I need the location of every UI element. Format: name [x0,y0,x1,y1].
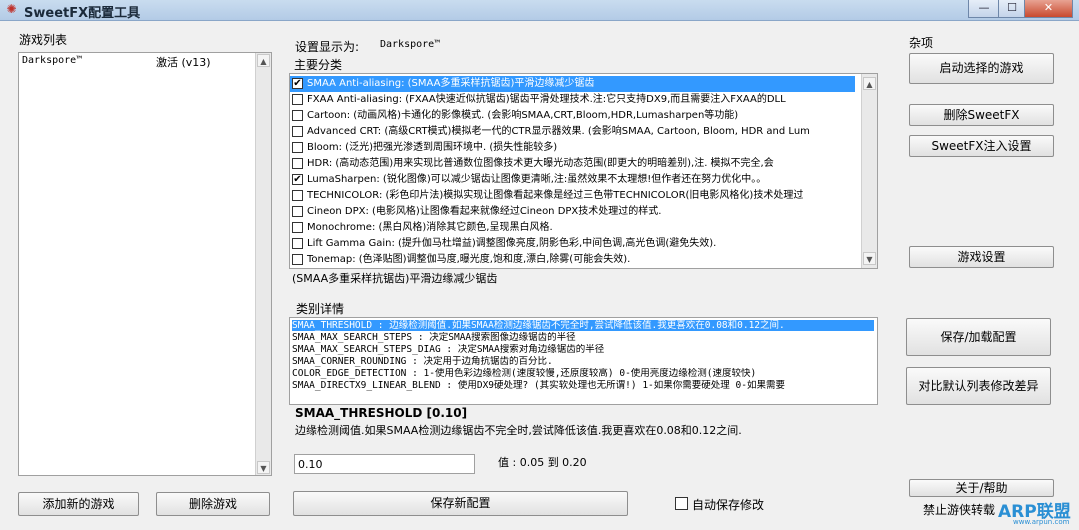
effect-item[interactable]: FXAA Anti-aliasing: (FXAA快速近似抗锯齿)锯齿平滑处理技… [290,92,855,108]
game-settings-button[interactable]: 游戏设置 [909,246,1054,268]
effects-list-scrollbar[interactable]: ▲ ▼ [861,74,877,268]
detail-item[interactable]: SMAA_MAX_SEARCH_STEPS : 决定SMAA搜索图像边缘锯齿的半… [292,332,874,343]
save-load-config-button[interactable]: 保存/加载配置 [906,318,1051,356]
display-as-label: 设置显示为: [295,40,360,54]
value-input[interactable] [294,454,475,474]
effect-label: HDR: (高动态范围)用来实现比普通数位图像技术更大曝光动态范围(即更大的明暗… [307,158,774,169]
effect-caption: (SMAA多重采样抗锯齿)平滑边缘减少锯齿 [292,272,498,285]
effect-checkbox[interactable] [292,238,303,249]
effect-label: Cartoon: (动画风格)卡通化的影像模式. (会影响SMAA,CRT,Bl… [307,110,739,121]
effect-item[interactable]: Advanced CRT: (高级CRT模式)模拟老一代的CTR显示器效果. (… [290,124,855,140]
save-config-button[interactable]: 保存新配置 [293,491,628,516]
effect-checkbox[interactable] [292,190,303,201]
window-title: SweetFX配置工具 [24,6,141,21]
autosave-label: 自动保存修改 [692,498,765,512]
effect-item[interactable]: ✔ LumaSharpen: (锐化图像)可以减少锯齿让图像更清晰,注:虽然效果不… [290,172,855,188]
effect-item[interactable]: HDR: (高动态范围)用来实现比普通数位图像技术更大曝光动态范围(即更大的明暗… [290,156,855,172]
effect-item[interactable]: ✔ SMAA Anti-aliasing: (SMAA多重采样抗锯齿)平滑边缘减少… [290,76,855,92]
minimize-button[interactable]: — [968,0,1000,18]
effect-label: Bloom: (泛光)把强光渗透到周围环境中. (损失性能较多) [307,142,558,153]
effect-checkbox[interactable]: ✔ [292,174,303,185]
inject-settings-button[interactable]: SweetFX注入设置 [909,135,1054,157]
add-game-button[interactable]: 添加新的游戏 [18,492,139,516]
scroll-up-icon[interactable]: ▲ [257,54,270,67]
effects-list[interactable]: ✔ SMAA Anti-aliasing: (SMAA多重采样抗锯齿)平滑边缘减少… [289,73,878,269]
effect-checkbox[interactable] [292,158,303,169]
detail-item[interactable]: SMAA_CORNER_ROUNDING : 决定用于边角抗锯齿的百分比. [292,356,874,367]
value-range: 值 : 0.05 到 0.20 [498,456,587,469]
scroll-up-icon[interactable]: ▲ [863,77,876,90]
detail-list[interactable]: SMAA_THRESHOLD : 边缘检测阈值.如果SMAA检测边缘锯齿不完全时… [289,317,878,405]
effect-label: LumaSharpen: (锐化图像)可以减少锯齿让图像更清晰,注:虽然效果不太… [307,174,767,185]
effect-item[interactable]: TECHNICOLOR: (彩色印片法)模拟实现让图像看起来像是经过三色带TEC… [290,188,855,204]
about-help-button[interactable]: 关于/帮助 [909,479,1054,497]
effect-label: Tonemap: (色泽贴图)调整伽马度,曝光度,饱和度,漂白,除雾(可能会失效… [307,254,631,265]
effect-checkbox[interactable] [292,222,303,233]
scroll-down-icon[interactable]: ▼ [863,252,876,265]
effect-checkbox[interactable] [292,110,303,121]
app-icon: ✺ [6,2,17,16]
effect-label: FXAA Anti-aliasing: (FXAA快速近似抗锯齿)锯齿平滑处理技… [307,94,786,105]
games-list[interactable]: Darkspore™ 激活 (v13) ▲ ▼ [18,52,272,476]
scroll-down-icon[interactable]: ▼ [257,461,270,474]
misc-label: 杂项 [909,36,934,50]
delete-game-button[interactable]: 删除游戏 [156,492,270,516]
game-item-status: 激活 (v13) [156,56,211,69]
effect-checkbox[interactable] [292,94,303,105]
param-description: 边缘检测阈值.如果SMAA检测边缘锯齿不完全时,尝试降低该值.我更喜欢在0.08… [295,424,742,437]
games-list-label: 游戏列表 [19,33,68,47]
watermark-url: www.arpun.com [1013,518,1070,526]
effect-checkbox[interactable] [292,206,303,217]
effect-item[interactable]: Cineon DPX: (电影风格)让图像看起来就像经过Cineon DPX技术… [290,204,855,220]
effect-label: Advanced CRT: (高级CRT模式)模拟老一代的CTR显示器效果. (… [307,126,810,137]
effect-checkbox[interactable] [292,254,303,265]
effect-checkbox[interactable]: ✔ [292,78,303,89]
title-bar: ✺ SweetFX配置工具 [0,0,1079,21]
detail-item[interactable]: SMAA_THRESHOLD : 边缘检测阈值.如果SMAA检测边缘锯齿不完全时… [292,320,874,331]
effect-item[interactable]: Cartoon: (动画风格)卡通化的影像模式. (会影响SMAA,CRT,Bl… [290,108,855,124]
detail-item[interactable]: SMAA_DIRECTX9_LINEAR_BLEND : 使用DX9硬处理? (… [292,380,874,391]
effect-label: Cineon DPX: (电影风格)让图像看起来就像经过Cineon DPX技术… [307,206,662,217]
effect-checkbox[interactable] [292,142,303,153]
compare-defaults-button[interactable]: 对比默认列表修改差异 [906,367,1051,405]
effect-label: SMAA Anti-aliasing: (SMAA多重采样抗锯齿)平滑边缘减少锯… [307,78,595,89]
effect-item[interactable]: Lift Gamma Gain: (提升伽马杜增益)调整图像亮度,阴影色彩,中间… [290,236,855,252]
detail-label: 类别详情 [296,302,345,316]
param-name: SMAA_THRESHOLD [0.10] [295,406,468,420]
effect-item[interactable]: Monochrome: (黑白风格)消除其它颜色,呈现黑白风格. [290,220,855,236]
autosave-checkbox[interactable] [675,497,688,510]
effect-checkbox[interactable] [292,126,303,137]
effect-item[interactable]: Tonemap: (色泽贴图)调整伽马度,曝光度,饱和度,漂白,除雾(可能会失效… [290,252,855,268]
effect-label: Lift Gamma Gain: (提升伽马杜增益)调整图像亮度,阴影色彩,中间… [307,238,717,249]
launch-game-button[interactable]: 启动选择的游戏 [909,53,1054,84]
effect-label: TECHNICOLOR: (彩色印片法)模拟实现让图像看起来像是经过三色带TEC… [307,190,804,201]
category-label: 主要分类 [294,58,343,72]
detail-item[interactable]: COLOR_EDGE_DETECTION : 1-使用色彩边缘检测(速度较慢,还… [292,368,874,379]
disable-repost-text: 禁止游侠转载 [923,503,996,517]
display-as-value: Darkspore™ [380,39,441,50]
effect-label: Monochrome: (黑白风格)消除其它颜色,呈现黑白风格. [307,222,553,233]
detail-item[interactable]: SMAA_MAX_SEARCH_STEPS_DIAG : 决定SMAA搜索对角边… [292,344,874,355]
game-item-name[interactable]: Darkspore™ [22,55,82,66]
games-list-scrollbar[interactable]: ▲ ▼ [255,53,271,475]
delete-sweetfx-button[interactable]: 删除SweetFX [909,104,1054,126]
effect-item[interactable]: Bloom: (泛光)把强光渗透到周围环境中. (损失性能较多) [290,140,855,156]
maximize-button[interactable]: ☐ [998,0,1026,18]
close-button[interactable]: ✕ [1024,0,1073,18]
